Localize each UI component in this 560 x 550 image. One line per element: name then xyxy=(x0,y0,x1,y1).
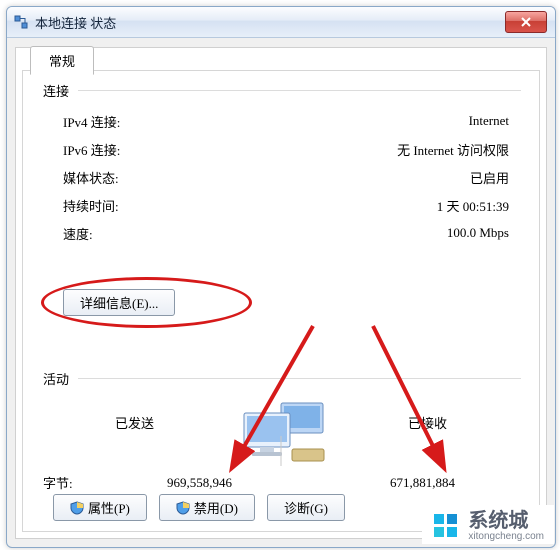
network-icon xyxy=(13,14,29,30)
ipv6-label: IPv6 连接: xyxy=(63,140,120,159)
watermark-url: xitongcheng.com xyxy=(468,531,544,542)
client-area: 常规 连接 IPv4 连接: Internet IPv6 连接: 无 Inter… xyxy=(15,47,547,539)
bytes-recv: 671,881,884 xyxy=(326,475,519,491)
media-label: 媒体状态: xyxy=(63,168,119,187)
diagnose-label: 诊断(G) xyxy=(284,498,328,517)
row-media: 媒体状态: 已启用 xyxy=(63,167,509,187)
media-value: 已启用 xyxy=(470,168,509,187)
watermark-logo-icon xyxy=(432,512,462,542)
ipv4-value: Internet xyxy=(469,113,509,129)
group-activity-label: 活动 xyxy=(41,369,71,388)
titlebar: 本地连接 状态 xyxy=(7,7,555,38)
sent-label: 已发送 xyxy=(43,413,226,432)
row-ipv6: IPv6 连接: 无 Internet 访问权限 xyxy=(63,139,509,159)
activity-bytes-row: 字节: 969,558,946 671,881,884 xyxy=(43,473,519,492)
row-ipv4: IPv4 连接: Internet xyxy=(63,111,509,131)
disable-label: 禁用(D) xyxy=(194,498,238,517)
speed-label: 速度: xyxy=(63,224,93,243)
group-connection-label: 连接 xyxy=(41,81,71,100)
row-speed: 速度: 100.0 Mbps xyxy=(63,223,509,243)
bottom-button-row: 属性(P) 禁用(D) 诊断(G) xyxy=(53,494,345,521)
shield-icon xyxy=(70,501,84,515)
details-button[interactable]: 详细信息(E)... xyxy=(63,289,175,316)
bytes-label: 字节: xyxy=(43,473,103,492)
recv-label: 已接收 xyxy=(336,413,519,432)
tab-panel: 连接 IPv4 连接: Internet IPv6 连接: 无 Internet… xyxy=(22,70,540,532)
duration-label: 持续时间: xyxy=(63,196,119,215)
tab-general[interactable]: 常规 xyxy=(30,46,94,75)
ipv4-label: IPv4 连接: xyxy=(63,112,120,131)
shield-icon xyxy=(176,501,190,515)
close-icon xyxy=(521,17,531,27)
close-button[interactable] xyxy=(505,11,547,33)
watermark-brand: 系统城 xyxy=(468,511,544,531)
diagnose-button[interactable]: 诊断(G) xyxy=(267,494,345,521)
window-title: 本地连接 状态 xyxy=(35,13,116,32)
disable-button[interactable]: 禁用(D) xyxy=(159,494,255,521)
status-window: 本地连接 状态 常规 连接 IPv4 连接: Internet IPv6 连接:… xyxy=(6,6,556,548)
duration-value: 1 天 00:51:39 xyxy=(437,196,509,215)
properties-label: 属性(P) xyxy=(88,498,130,517)
ipv6-value: 无 Internet 访问权限 xyxy=(397,140,509,159)
activity-icon xyxy=(226,401,336,471)
row-duration: 持续时间: 1 天 00:51:39 xyxy=(63,195,509,215)
properties-button[interactable]: 属性(P) xyxy=(53,494,147,521)
bytes-sent: 969,558,946 xyxy=(103,475,296,491)
annotation-arrow-right xyxy=(363,321,483,481)
divider xyxy=(78,378,521,379)
watermark: 系统城 xitongcheng.com xyxy=(422,505,554,544)
speed-value: 100.0 Mbps xyxy=(447,225,509,241)
divider xyxy=(78,90,521,91)
